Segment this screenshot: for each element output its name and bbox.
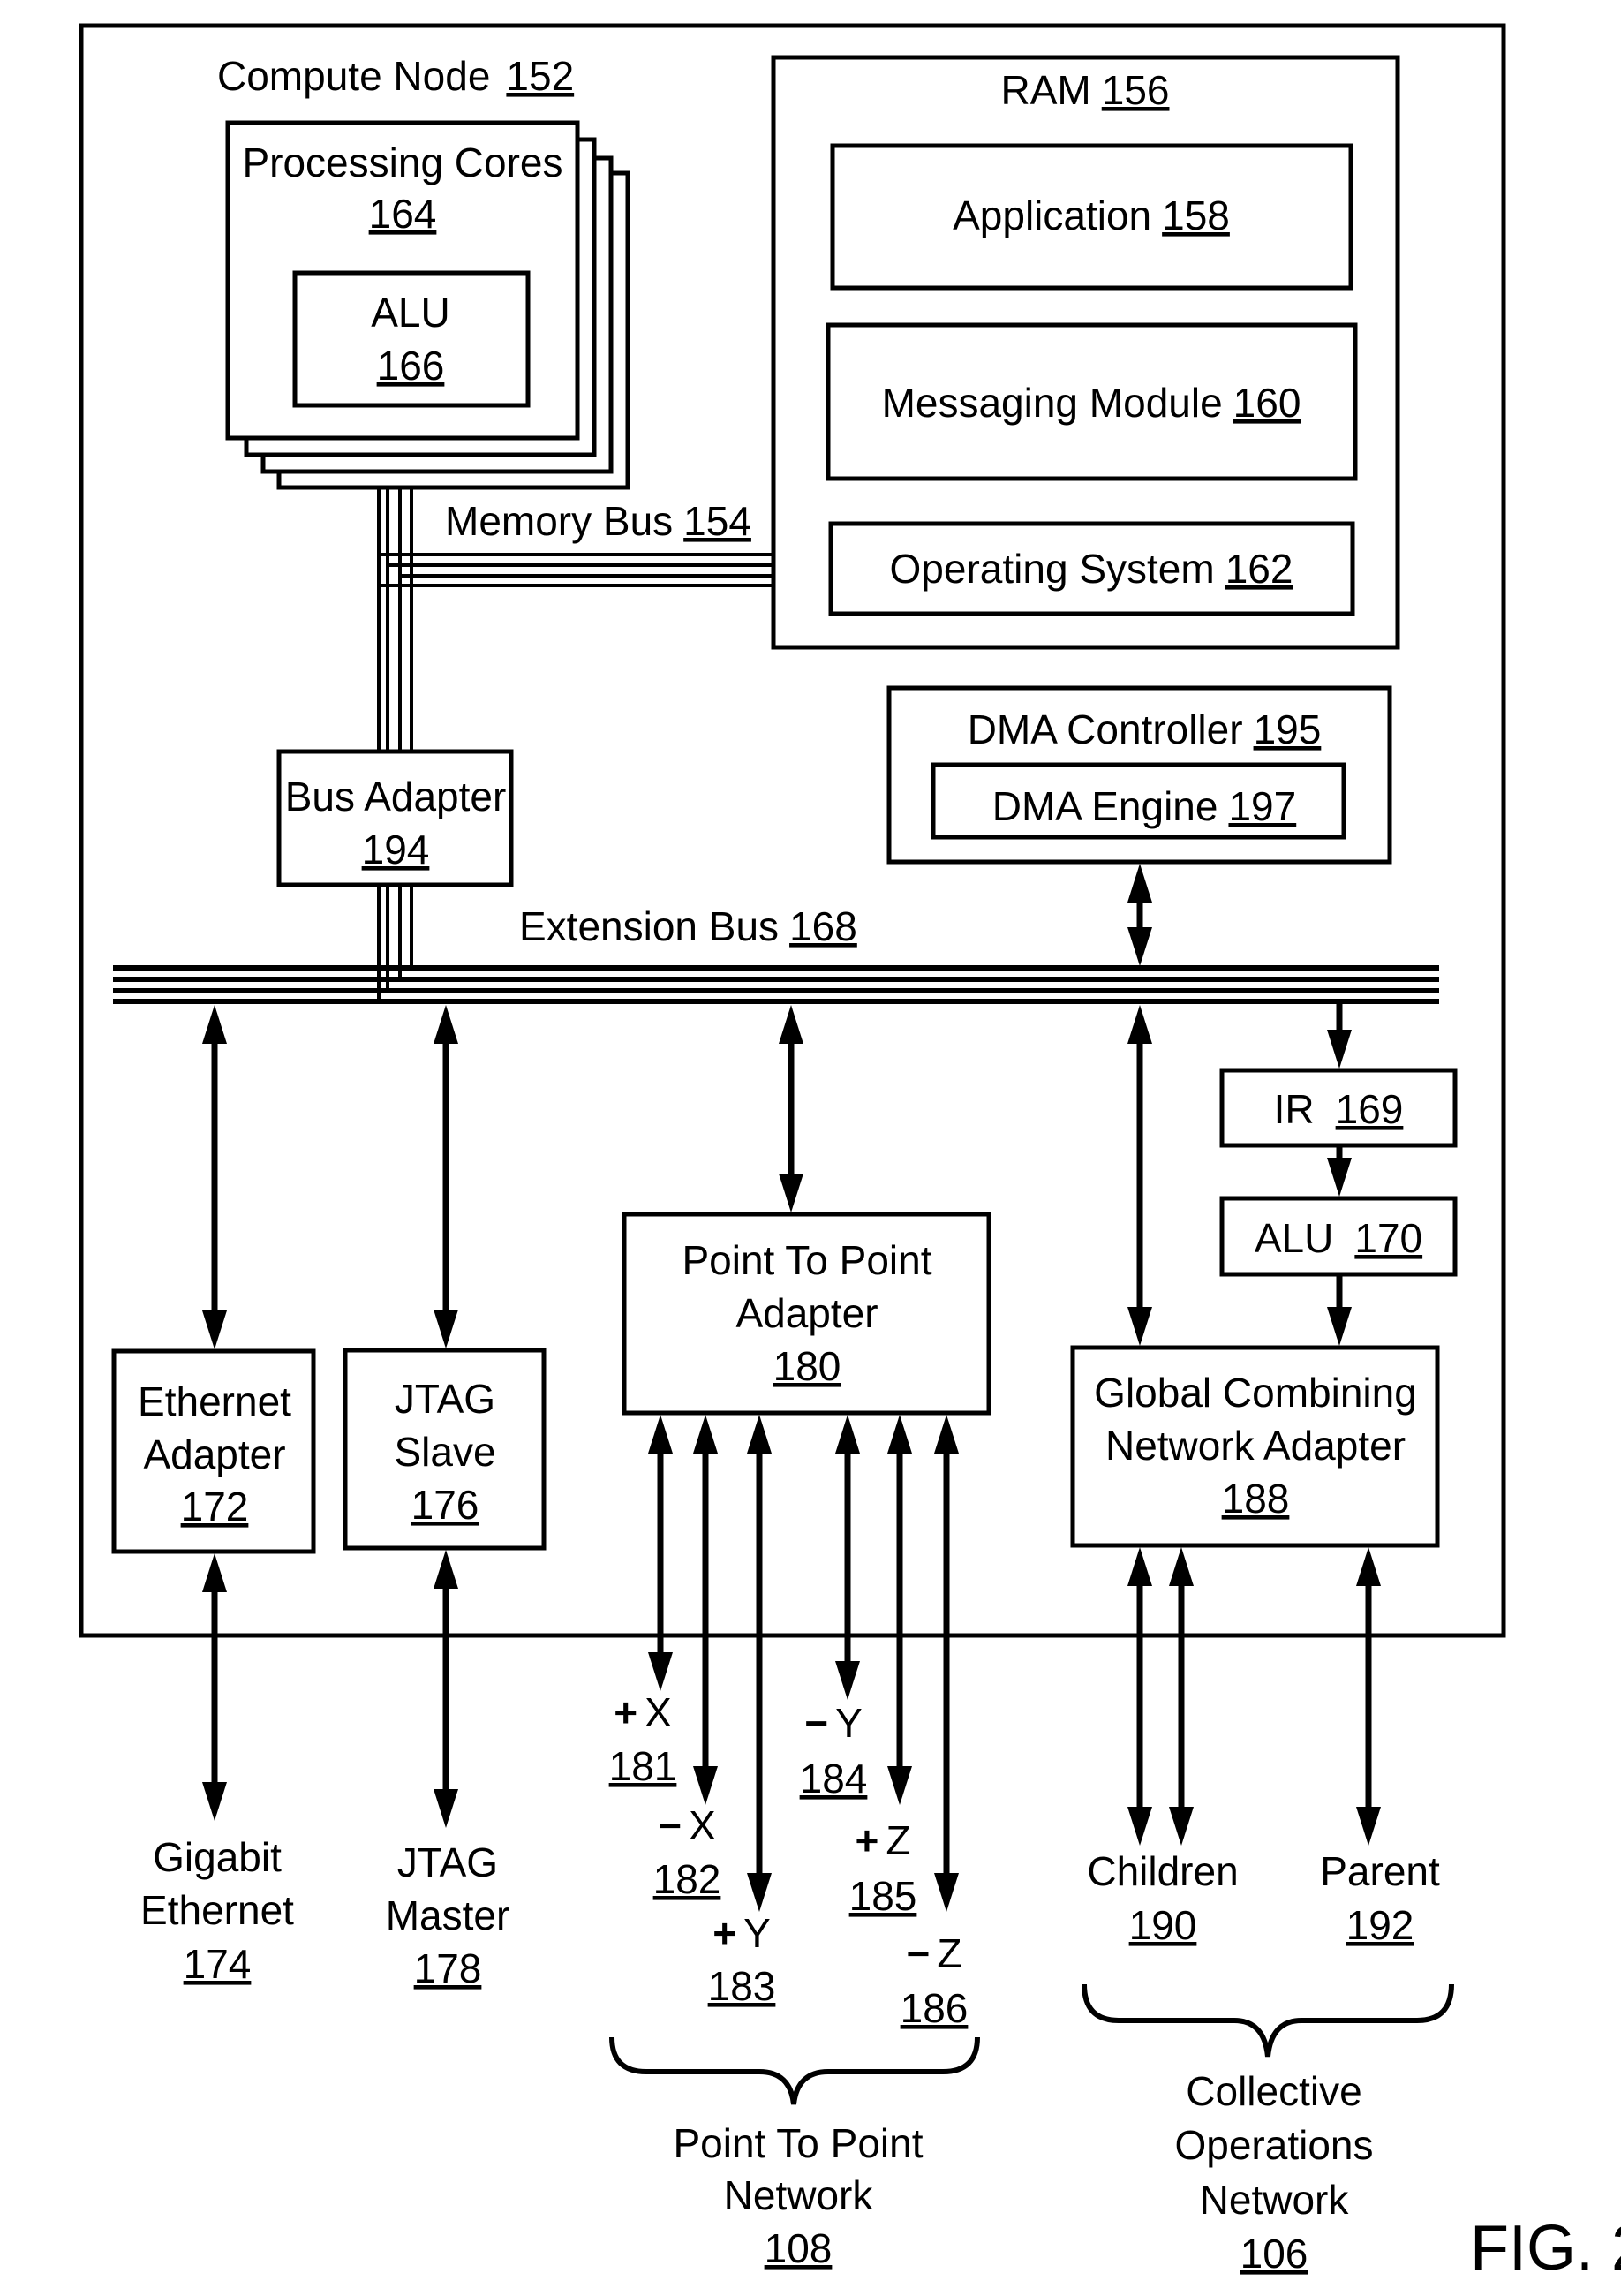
svg-text:181: 181 xyxy=(609,1743,677,1789)
direction-plus-z: + Z 185 xyxy=(849,1817,917,1919)
jtag-master-arrow-head-bottom xyxy=(434,1789,458,1828)
svg-text:186: 186 xyxy=(901,1985,969,2031)
ram-label: RAM 156 xyxy=(1001,67,1170,113)
patent-figure: Compute Node 152 Processing Cores 164 ALU… xyxy=(79,23,1621,2284)
compute-node-label: Compute Node 152 xyxy=(217,53,574,99)
svg-text:182: 182 xyxy=(653,1856,721,1902)
children-arrow-1-head-bottom xyxy=(1127,1807,1152,1846)
plus-y-arrow-head-bottom xyxy=(747,1873,772,1912)
svg-text:−X: − X xyxy=(658,1802,716,1848)
ethernet-adapter-line2: Adapter xyxy=(143,1431,285,1477)
memory-bus-label: Memory Bus 154 xyxy=(445,498,751,544)
jtag-slave-line1: JTAG xyxy=(395,1376,495,1422)
p2p-network-brace xyxy=(609,2036,980,2105)
dma-controller-label: DMA Controller 195 xyxy=(968,706,1322,752)
minus-x-arrow-head-bottom xyxy=(693,1766,718,1805)
collective-network-line1: Collective xyxy=(1186,2068,1361,2114)
bus-adapter-ref: 194 xyxy=(362,827,430,872)
p2p-adapter-line1: Point To Point xyxy=(682,1237,931,1283)
svg-text:−Y: − Y xyxy=(804,1700,863,1746)
jtag-slave-line2: Slave xyxy=(394,1429,495,1475)
collective-network-line3: Network xyxy=(1200,2177,1350,2223)
figure-label: FIG. 2 xyxy=(1470,2213,1621,2284)
parent-ref: 192 xyxy=(1346,1902,1414,1948)
parent-arrow-head-bottom xyxy=(1356,1807,1381,1846)
p2p-network-ref: 108 xyxy=(765,2225,833,2271)
plus-z-arrow-head-bottom xyxy=(887,1766,912,1805)
processing-cores-ref: 164 xyxy=(369,191,437,237)
gigabit-ethernet-ref: 174 xyxy=(184,1941,252,1987)
ethernet-adapter-ref: 172 xyxy=(181,1484,249,1529)
children-ref: 190 xyxy=(1129,1902,1197,1948)
svg-text:185: 185 xyxy=(849,1873,917,1919)
svg-text:183: 183 xyxy=(708,1963,776,2009)
children-arrow-2-head-bottom xyxy=(1169,1807,1194,1846)
dma-engine-label: DMA Engine 197 xyxy=(992,783,1296,829)
processing-cores-label: Processing Cores xyxy=(242,140,562,185)
gcna-line2: Network Adapter xyxy=(1105,1423,1406,1469)
direction-minus-y: − Y 184 xyxy=(800,1700,868,1801)
direction-plus-x: + X 181 xyxy=(609,1689,677,1789)
svg-text:+Y: + Y xyxy=(712,1910,771,1956)
p2p-network-line2: Network xyxy=(724,2172,874,2218)
jtag-master-ref: 178 xyxy=(414,1945,482,1991)
gigabit-ethernet-line1: Gigabit xyxy=(153,1834,282,1880)
bus-adapter-label: Bus Adapter xyxy=(285,774,507,819)
jtag-master-line1: JTAG xyxy=(397,1839,498,1885)
plus-x-arrow-head-bottom xyxy=(648,1652,673,1691)
svg-text:184: 184 xyxy=(800,1756,868,1801)
application-label: Application 158 xyxy=(953,193,1230,238)
direction-plus-y: + Y 183 xyxy=(708,1910,776,2009)
svg-text:−Z: − Z xyxy=(907,1930,962,1976)
collective-network-ref: 106 xyxy=(1240,2231,1308,2277)
gcna-line1: Global Combining xyxy=(1094,1370,1417,1416)
parent-label: Parent xyxy=(1320,1848,1440,1894)
core-alu-ref: 166 xyxy=(377,343,445,389)
gcna-ref: 188 xyxy=(1222,1476,1290,1522)
p2p-network-line1: Point To Point xyxy=(673,2120,923,2166)
direction-minus-x: − X 182 xyxy=(653,1802,721,1902)
minus-y-arrow-head-bottom xyxy=(835,1661,860,1700)
gigabit-ethernet-line2: Ethernet xyxy=(140,1887,294,1933)
messaging-module-label: Messaging Module 160 xyxy=(882,380,1301,426)
p2p-adapter-ref: 180 xyxy=(773,1343,841,1389)
core-alu-label: ALU xyxy=(371,290,449,336)
ir-label: IR 169 xyxy=(1274,1086,1404,1132)
gigabit-ethernet-arrow-head-bottom xyxy=(202,1782,227,1821)
collective-network-brace xyxy=(1082,1983,1454,2058)
collective-network-line2: Operations xyxy=(1174,2122,1373,2168)
jtag-slave-ref: 176 xyxy=(411,1482,479,1528)
direction-minus-z: − Z 186 xyxy=(901,1930,969,2031)
minus-z-arrow-head-bottom xyxy=(934,1873,959,1912)
svg-text:+Z: + Z xyxy=(856,1817,911,1863)
svg-text:+X: + X xyxy=(614,1689,672,1735)
p2p-adapter-line2: Adapter xyxy=(735,1290,878,1336)
ethernet-adapter-line1: Ethernet xyxy=(138,1378,291,1424)
jtag-master-line2: Master xyxy=(386,1892,510,1938)
children-label: Children xyxy=(1087,1848,1238,1894)
extension-bus-label: Extension Bus 168 xyxy=(519,903,857,949)
operating-system-label: Operating System 162 xyxy=(890,546,1293,592)
